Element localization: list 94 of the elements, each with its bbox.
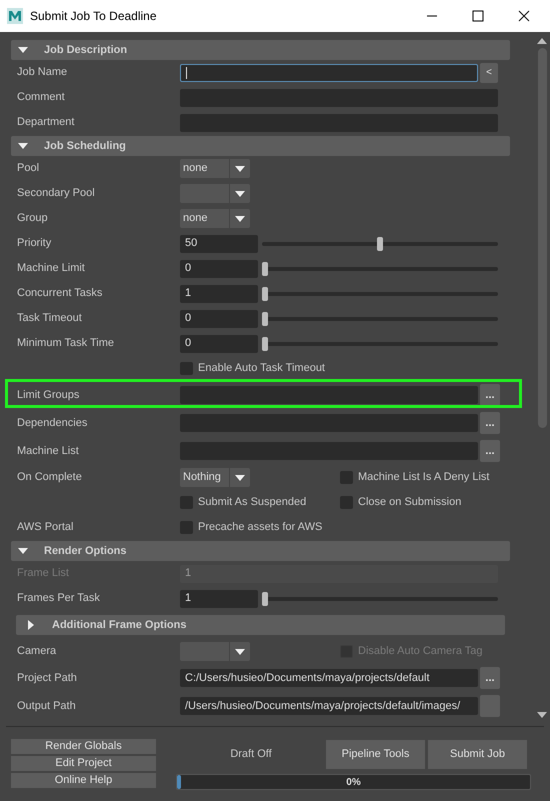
dropdown-arrow-icon: [235, 164, 245, 174]
close-icon[interactable]: [518, 10, 530, 22]
checkbox[interactable]: [340, 471, 353, 484]
slider-thumb[interactable]: [262, 336, 268, 350]
browse-button[interactable]: ...: [480, 667, 500, 689]
field-label: Minimum Task Time: [17, 337, 114, 350]
field-label: Camera: [17, 645, 56, 658]
field-label: Secondary Pool: [17, 187, 95, 200]
checkbox[interactable]: [180, 362, 193, 375]
slider[interactable]: [262, 592, 498, 606]
browse-button[interactable]: ...: [480, 440, 500, 462]
checkbox-label: Close on Submission: [358, 495, 462, 510]
field-label: Output Path: [17, 700, 76, 712]
text-field[interactable]: C:/Users/husieo/Documents/maya/projects/default: [180, 669, 478, 687]
slider-thumb[interactable]: [262, 592, 268, 606]
text-cursor: [186, 66, 187, 78]
draft-status: Draft Off: [229, 746, 273, 762]
field-label: Machine Limit: [17, 262, 85, 274]
field-label: Project Path: [17, 672, 77, 684]
checkbox[interactable]: [180, 496, 193, 509]
field-label: Department: [17, 116, 74, 128]
field-label: Job Name: [17, 66, 68, 78]
field-label: Task Timeout: [17, 312, 82, 324]
text-field[interactable]: [180, 442, 478, 460]
checkbox-label: Machine List Is A Deny List: [358, 470, 490, 486]
number-field[interactable]: 0: [180, 310, 258, 328]
dropdown-arrow-icon: [235, 188, 245, 198]
number-field[interactable]: 1: [180, 284, 258, 302]
text-field[interactable]: [180, 64, 478, 82]
field-label: Frames Per Task: [17, 592, 100, 604]
slider[interactable]: [262, 312, 498, 326]
section-header[interactable]: Job Scheduling: [11, 136, 510, 156]
field-label: Machine List: [17, 444, 79, 457]
dropdown-arrow-icon: [235, 472, 245, 482]
browse-button[interactable]: ...: [480, 412, 500, 434]
field-label: On Complete: [17, 471, 82, 484]
dropdown[interactable]: [180, 642, 250, 661]
field-label: Comment: [17, 91, 65, 104]
section-header[interactable]: Additional Frame Options: [16, 615, 505, 635]
field-label: Priority: [17, 237, 52, 250]
expanded-triangle-icon: [18, 141, 28, 151]
action-button[interactable]: Pipeline Tools: [326, 740, 425, 768]
checkbox-label: Enable Auto Task Timeout: [198, 361, 325, 376]
side-button[interactable]: Online Help: [11, 773, 156, 788]
text-field[interactable]: [180, 414, 478, 432]
field-label: Limit Groups: [17, 388, 80, 401]
slider[interactable]: [262, 262, 498, 276]
number-field[interactable]: 50: [180, 234, 258, 252]
dropdown[interactable]: Nothing: [180, 468, 250, 487]
app-icon: [7, 8, 23, 24]
collapse-button[interactable]: <: [480, 62, 498, 82]
dropdown[interactable]: none: [180, 159, 250, 178]
field-label: Concurrent Tasks: [17, 287, 102, 300]
browse-button[interactable]: ...: [480, 384, 500, 406]
slider-thumb[interactable]: [262, 312, 268, 326]
text-field[interactable]: /Users/husieo/Documents/maya/projects/default/images/: [180, 697, 478, 715]
slider[interactable]: [262, 236, 498, 250]
expanded-triangle-icon: [18, 546, 28, 556]
dropdown-arrow-icon: [235, 646, 245, 656]
dropdown[interactable]: none: [180, 209, 250, 228]
side-button[interactable]: Render Globals: [11, 739, 156, 754]
checkbox-label: Submit As Suspended: [198, 495, 306, 510]
collapsed-triangle-icon: [26, 620, 36, 630]
field-label: Dependencies: [17, 416, 88, 429]
field-label: AWS Portal: [17, 521, 74, 534]
checkbox[interactable]: [180, 521, 193, 534]
dropdown-arrow-icon: [235, 214, 245, 224]
text-field[interactable]: [180, 386, 478, 404]
scroll-down-icon[interactable]: [537, 712, 547, 718]
slider-thumb[interactable]: [262, 286, 268, 300]
text-field[interactable]: [180, 114, 498, 132]
dropdown[interactable]: [180, 184, 250, 203]
action-button[interactable]: Submit Job: [428, 740, 527, 768]
number-field[interactable]: 1: [180, 590, 258, 608]
side-button[interactable]: Edit Project: [11, 756, 156, 771]
slider-thumb[interactable]: [377, 236, 383, 250]
scroll-up-icon[interactable]: [537, 38, 547, 44]
slider[interactable]: [262, 286, 498, 300]
section-header[interactable]: Render Options: [11, 541, 510, 561]
number-field[interactable]: 0: [180, 334, 258, 352]
checkbox-label: Precache assets for AWS: [198, 520, 322, 536]
text-field[interactable]: [180, 88, 498, 106]
number-field[interactable]: 0: [180, 260, 258, 278]
window-title: Submit Job To Deadline: [30, 8, 157, 25]
scrollbar[interactable]: [536, 36, 548, 720]
checkbox[interactable]: [340, 496, 353, 509]
field-label: Pool: [17, 162, 40, 174]
field-label: Group: [17, 212, 48, 224]
section-header[interactable]: Job Description: [11, 40, 510, 60]
maximize-icon[interactable]: [472, 10, 484, 22]
expanded-triangle-icon: [18, 45, 28, 55]
slider[interactable]: [262, 336, 498, 350]
progress-label: 0%: [345, 776, 362, 789]
slider-thumb[interactable]: [262, 262, 268, 276]
